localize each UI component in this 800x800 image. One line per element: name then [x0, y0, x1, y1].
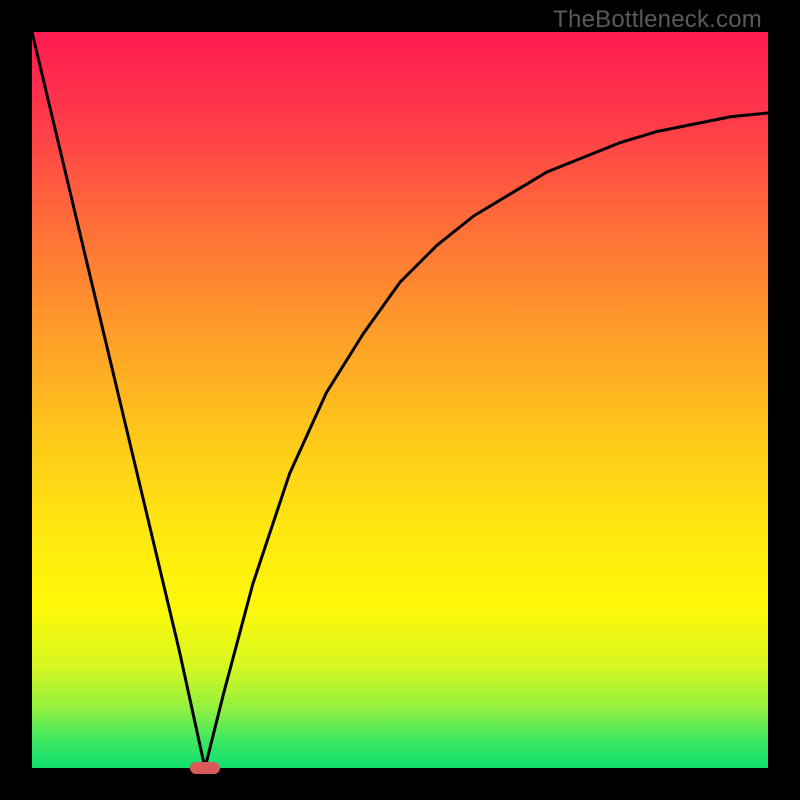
minimum-marker — [190, 762, 219, 773]
curve-path — [32, 32, 768, 768]
chart-container: TheBottleneck.com — [0, 0, 800, 800]
plot-area — [32, 32, 768, 768]
bottleneck-curve — [32, 32, 768, 768]
watermark-text: TheBottleneck.com — [553, 6, 762, 34]
